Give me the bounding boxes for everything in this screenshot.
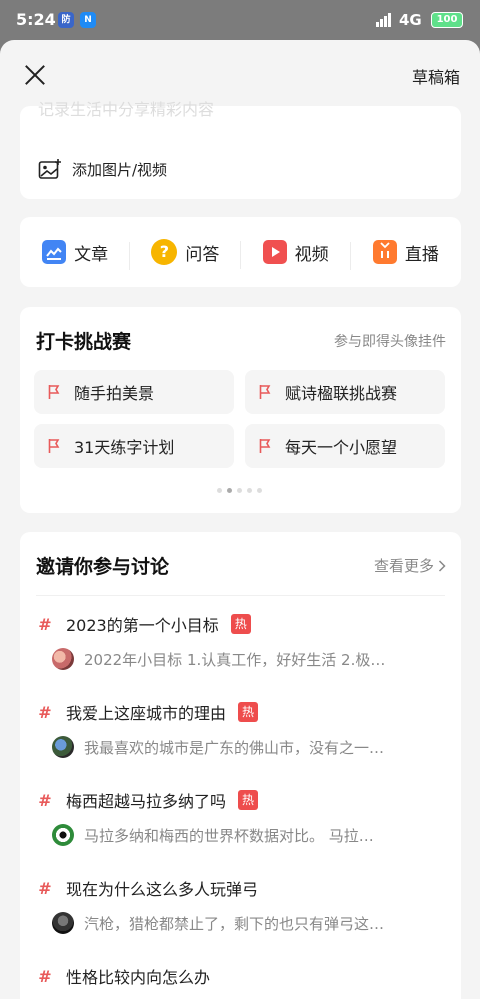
avatar [52,736,74,758]
topic-item[interactable]: # 现在为什么这么多人玩弹弓 汽枪，猎枪都禁止了，剩下的也只有弹弓这… [36,876,446,934]
topic-snippet: 2022年小目标 1.认真工作，好好生活 2.极… [84,650,386,669]
hot-badge: 热 [238,790,259,810]
challenge-chip[interactable]: 随手拍美景 [34,370,234,414]
page-dot [217,488,222,493]
challenge-chip[interactable]: 31天练字计划 [34,424,234,468]
topic-title: 现在为什么这么多人玩弹弓 [66,880,259,899]
drafts-button[interactable]: 草稿箱 [412,64,460,88]
page-indicator [217,488,262,493]
topic-title: 2023的第一个小目标 [66,616,219,635]
video-icon [262,240,287,264]
add-media-label: 添加图片/视频 [72,160,168,179]
flag-icon [259,385,271,399]
discussion-card: 邀请你参与讨论 查看更多 # 2023的第一个小目标 热 2022年小目标 1.… [20,532,461,999]
hash-icon: # [38,702,52,722]
hash-icon: # [38,966,52,986]
publish-sheet: 草稿箱 记录生活中分享精彩内容 添加图片/视频 文章 ? 问答 视频 直播 打卡… [0,40,480,999]
soccer-ball-avatar [52,824,74,846]
flag-icon [48,439,60,453]
avatar [52,648,74,670]
type-article-label: 文章 [74,244,109,265]
type-qa[interactable]: ? 问答 [130,239,241,269]
battery-icon: 100 [431,12,463,28]
type-live-label: 直播 [404,244,439,265]
network-label: 4G [399,11,422,29]
page-dot [257,488,262,493]
topic-item[interactable]: # 性格比较内向怎么办 [36,964,446,988]
live-icon [372,240,397,264]
type-video[interactable]: 视频 [241,240,352,270]
topic-title: 梅西超越马拉多纳了吗 [66,792,227,811]
security-app-icon: 防 [58,12,74,28]
page-dot [247,488,252,493]
challenge-chip[interactable]: 每天一个小愿望 [245,424,445,468]
see-more-label: 查看更多 [373,557,434,575]
topic-item[interactable]: # 我爱上这座城市的理由 热 我最喜欢的城市是广东的佛山市，没有之一… [36,700,446,758]
challenge-chip[interactable]: 赋诗楹联挑战赛 [245,370,445,414]
hot-badge: 热 [230,614,251,634]
notification-app-icon: N [80,12,96,28]
challenge-chip-label: 随手拍美景 [74,384,155,403]
topic-title: 我爱上这座城市的理由 [66,704,227,723]
topic-snippet: 汽枪，猎枪都禁止了，剩下的也只有弹弓这… [84,914,385,933]
page-dot [237,488,242,493]
post-type-bar: 文章 ? 问答 视频 直播 [20,217,461,287]
type-video-label: 视频 [294,244,329,265]
hot-badge: 热 [238,702,259,722]
media-card: 记录生活中分享精彩内容 添加图片/视频 [20,100,461,199]
type-qa-label: 问答 [185,244,220,265]
article-icon [42,240,67,264]
hash-icon: # [38,878,52,898]
divider [36,595,445,596]
challenge-card: 打卡挑战赛 参与即得头像挂件 随手拍美景 赋诗楹联挑战赛 31天练字计划 每天一… [20,307,461,513]
type-article[interactable]: 文章 [20,240,131,270]
status-time: 5:24 [16,10,56,29]
chevron-right-icon [438,559,446,572]
avatar [52,912,74,934]
flag-icon [259,439,271,453]
add-image-icon [38,159,61,179]
close-button[interactable] [22,62,48,88]
challenge-title: 打卡挑战赛 [36,331,132,353]
challenge-chip-label: 31天练字计划 [74,438,175,457]
status-bar: 5:24 防 N 4G 100 [0,0,480,40]
content-input[interactable]: 记录生活中分享精彩内容 [38,96,418,120]
flag-icon [48,385,60,399]
type-live[interactable]: 直播 [351,240,461,265]
topic-title: 性格比较内向怎么办 [66,968,211,987]
topic-item[interactable]: # 2023的第一个小目标 热 2022年小目标 1.认真工作，好好生活 2.极… [36,612,446,670]
topic-item[interactable]: # 梅西超越马拉多纳了吗 热 马拉多纳和梅西的世界杯数据对比。 马拉… [36,788,446,846]
topic-snippet: 马拉多纳和梅西的世界杯数据对比。 马拉… [84,826,374,845]
challenge-subtitle: 参与即得头像挂件 [334,334,446,350]
topic-snippet: 我最喜欢的城市是广东的佛山市，没有之一… [84,738,385,757]
discussion-title: 邀请你参与讨论 [36,556,170,578]
add-media-button[interactable]: 添加图片/视频 [38,158,167,180]
challenge-chip-label: 赋诗楹联挑战赛 [285,384,398,403]
signal-icon [376,13,394,27]
challenge-chip-label: 每天一个小愿望 [285,438,398,457]
page-dot-active [227,488,232,493]
hash-icon: # [38,790,52,810]
qa-icon: ? [151,239,178,265]
hash-icon: # [38,614,52,634]
see-more-link[interactable]: 查看更多 [374,555,446,576]
